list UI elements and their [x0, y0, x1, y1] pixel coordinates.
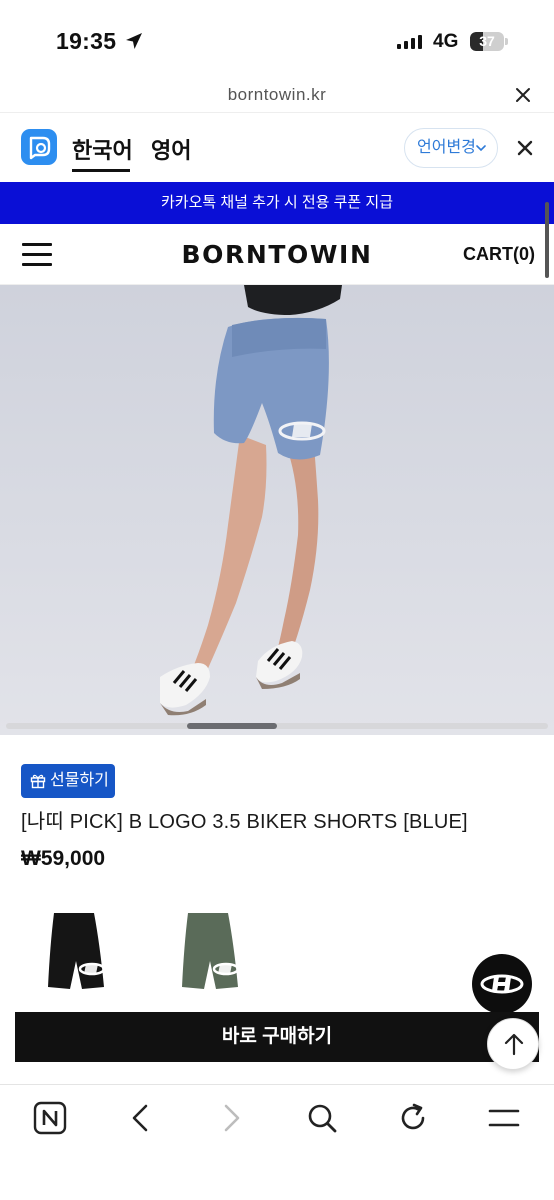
refresh-icon[interactable] — [396, 1101, 430, 1135]
forward-icon[interactable] — [214, 1101, 248, 1135]
product-price: ₩59,000 — [21, 847, 106, 870]
tab-english[interactable]: 영어 — [151, 133, 191, 165]
url-text[interactable]: borntowin.kr — [0, 85, 554, 105]
naver-icon[interactable] — [33, 1101, 67, 1135]
cellular-signal-icon — [397, 35, 422, 49]
battery-percent: 37 — [479, 33, 495, 49]
gift-button[interactable]: 선물하기 — [21, 764, 115, 798]
brand-h-logo-icon — [480, 974, 524, 994]
battery-icon: 37 — [470, 32, 508, 51]
product-image-carousel[interactable] — [0, 285, 554, 735]
arrow-up-icon — [504, 1033, 524, 1056]
floating-brand-button[interactable] — [472, 954, 532, 1014]
buy-now-button[interactable]: 바로 구매하기 — [15, 1012, 539, 1062]
location-arrow-icon — [126, 33, 142, 49]
browser-toolbar — [0, 1084, 554, 1200]
buy-now-label: 바로 구매하기 — [221, 1026, 333, 1047]
tab-korean[interactable]: 한국어 — [72, 133, 133, 165]
gift-icon — [30, 774, 46, 789]
color-swatch-black[interactable] — [32, 905, 122, 995]
change-language-button[interactable]: 언어변경 — [404, 128, 498, 168]
promo-text: 카카오톡 채널 추가 시 전용 쿠폰 지급 — [160, 194, 393, 211]
gift-label: 선물하기 — [50, 772, 109, 789]
status-bar: 19:35 4G 37 — [0, 0, 554, 80]
url-bar[interactable]: borntowin.kr — [0, 80, 554, 110]
color-swatch-khaki[interactable] — [166, 905, 256, 995]
site-header: BORNTOWIN CART(0) — [0, 224, 554, 285]
active-tab-indicator — [72, 169, 130, 172]
chevron-down-icon — [476, 145, 486, 152]
carousel-progress-thumb[interactable] — [187, 723, 277, 729]
network-type: 4G — [433, 31, 459, 52]
product-photo — [160, 285, 342, 716]
change-language-label: 언어변경 — [417, 139, 476, 156]
cart-link[interactable]: CART(0) — [463, 244, 535, 265]
translate-app-logo — [21, 129, 57, 165]
page-scrollbar — [545, 202, 549, 278]
product-title: [나띠 PICK] B LOGO 3.5 BIKER SHORTS [BLUE] — [21, 811, 468, 833]
carousel-progress-track — [6, 723, 548, 729]
status-time: 19:35 — [56, 28, 117, 54]
close-translate-icon[interactable] — [516, 139, 534, 157]
search-icon[interactable] — [305, 1101, 339, 1135]
promo-banner[interactable]: 카카오톡 채널 추가 시 전용 쿠폰 지급 — [0, 182, 554, 224]
translate-bar: 한국어 영어 언어변경 — [0, 112, 554, 182]
scroll-to-top-button[interactable] — [487, 1018, 539, 1070]
menu-icon[interactable] — [487, 1101, 521, 1135]
close-icon[interactable] — [514, 86, 532, 104]
back-icon[interactable] — [124, 1101, 158, 1135]
